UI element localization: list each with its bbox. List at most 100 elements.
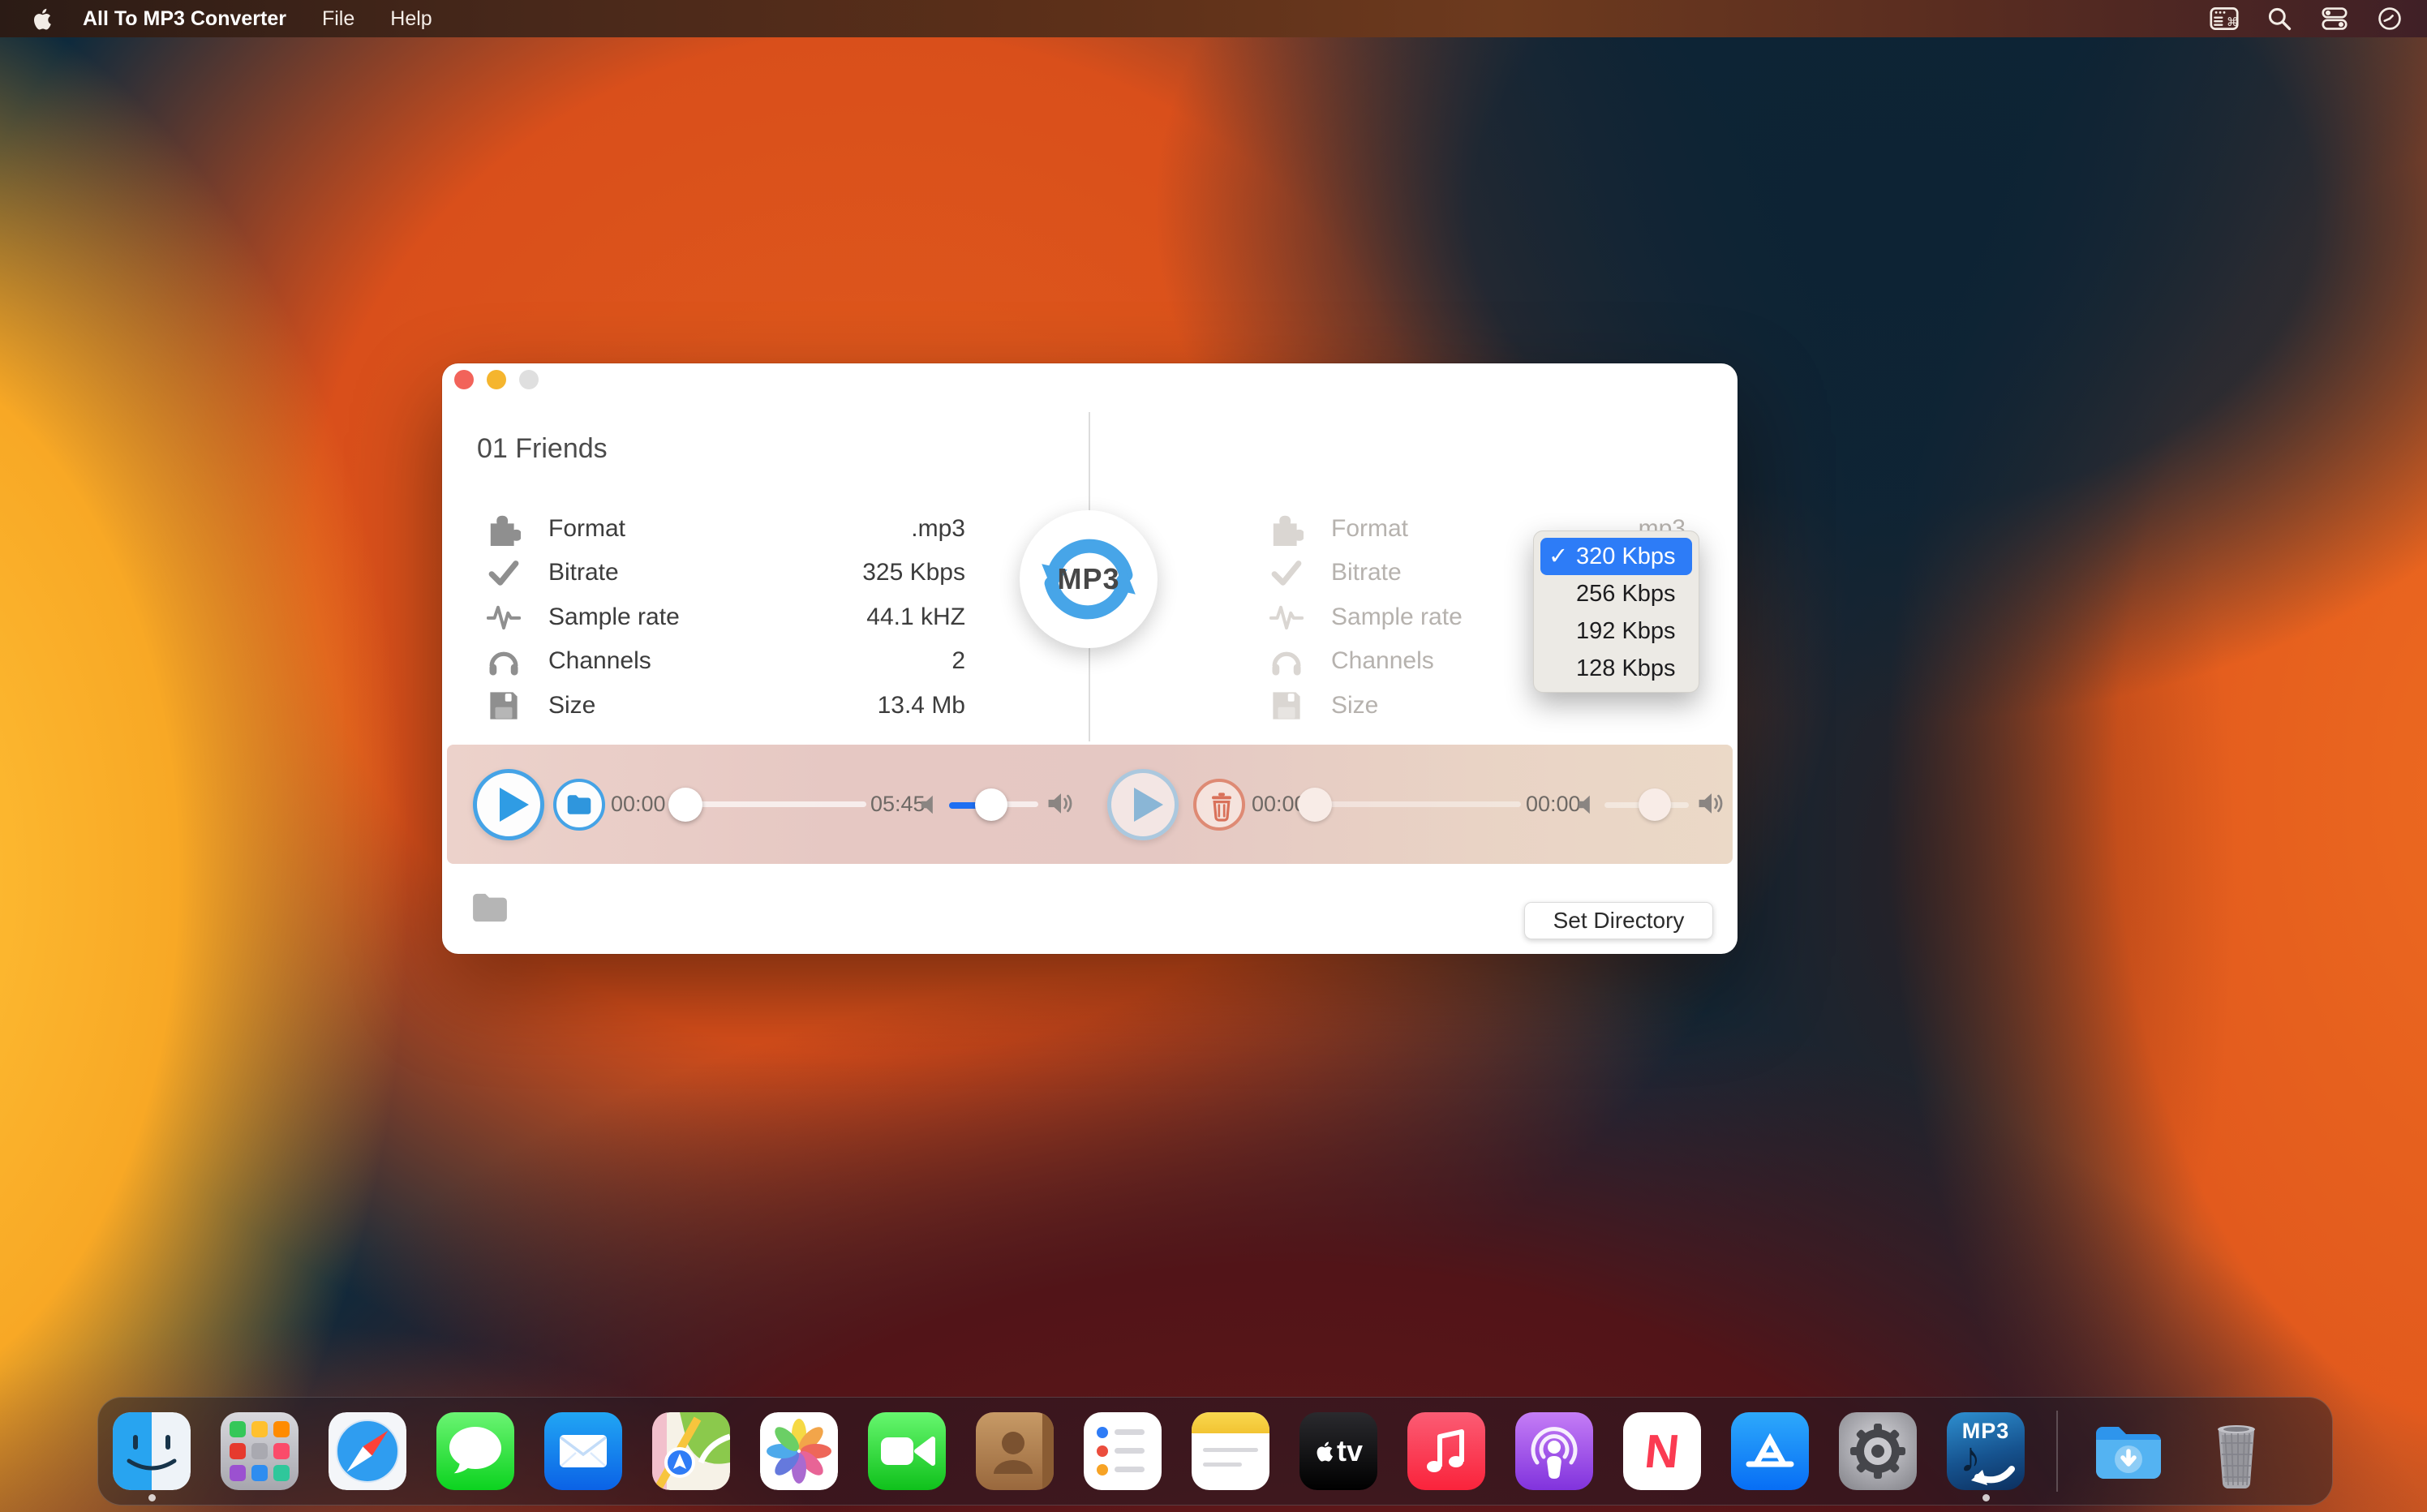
safari-icon [329,1412,406,1490]
menubar-file-menu[interactable]: File [322,7,354,31]
menubar-help-menu[interactable]: Help [390,7,432,31]
clock-icon[interactable] [2375,6,2404,32]
converter-window: 01 Friends Format .mp3 Bitrate 325 Kbps … [442,363,1738,954]
apple-menu-icon[interactable] [31,6,52,32]
window-controls [454,370,539,389]
waveform-icon [1269,600,1304,634]
maps-icon [652,1412,730,1490]
volume-max-icon [1047,791,1075,816]
source-seek-track[interactable] [685,801,866,807]
window-switcher-icon[interactable]: ⌘ [2210,6,2239,32]
app-store-icon [1731,1412,1809,1490]
bitrate-option-128[interactable]: 128 Kbps [1540,650,1692,687]
dock-item-maps[interactable] [652,1412,730,1490]
output-size-row: Size [1269,688,1686,724]
headphones-icon [487,644,521,678]
output-volume-thumb[interactable] [1639,788,1671,821]
set-directory-label: Set Directory [1553,908,1685,934]
mail-icon [544,1412,622,1490]
output-directory-icon [471,892,509,923]
dock-item-photos[interactable] [760,1412,838,1490]
facetime-icon [868,1412,946,1490]
dock-item-mail[interactable] [544,1412,622,1490]
bitrate-option-label: 256 Kbps [1576,581,1676,607]
bitrate-option-label: 128 Kbps [1576,655,1676,681]
dock-item-mp3-converter[interactable]: MP3 ♪ [1947,1412,2025,1490]
dock-item-launchpad[interactable] [221,1412,299,1490]
bitrate-option-label: 192 Kbps [1576,618,1676,644]
photos-icon [760,1412,838,1490]
source-seek-thumb[interactable] [668,788,702,822]
dock-item-contacts[interactable] [976,1412,1054,1490]
dock-item-system-settings[interactable] [1839,1412,1917,1490]
row-label: Channels [1331,647,1434,675]
dock-item-notes[interactable] [1192,1412,1269,1490]
check-icon [487,556,521,590]
bitrate-option-320[interactable]: ✓320 Kbps [1540,538,1692,575]
control-center-icon[interactable] [2320,6,2349,32]
source-size-row: Size 13.4 Mb [487,688,965,724]
output-seek-thumb[interactable] [1298,788,1332,822]
dock-item-news[interactable]: N [1623,1412,1701,1490]
source-play-button[interactable] [473,769,544,840]
news-glyph: N [1643,1424,1682,1479]
row-label: Size [548,692,595,719]
convert-button[interactable]: MP3 [1020,510,1158,648]
row-label: Bitrate [1331,559,1402,586]
notes-icon [1192,1412,1269,1490]
menubar-app-name[interactable]: All To MP3 Converter [83,7,286,31]
running-indicator [1982,1494,1990,1501]
dock-item-app-store[interactable] [1731,1412,1809,1490]
dock-item-reminders[interactable] [1084,1412,1162,1490]
check-icon [1269,556,1304,590]
dock-item-downloads[interactable] [2090,1412,2167,1490]
dock-item-apple-tv[interactable]: tv [1299,1412,1377,1490]
dock-item-safari[interactable] [329,1412,406,1490]
launchpad-icon [221,1412,299,1490]
dock-item-trash[interactable] [2197,1412,2275,1490]
tv-glyph: tv [1337,1434,1363,1468]
dock-item-music[interactable] [1407,1412,1485,1490]
row-label: Sample rate [1331,604,1463,631]
dock-item-facetime[interactable] [868,1412,946,1490]
row-label: Channels [548,647,651,675]
set-directory-button[interactable]: Set Directory [1524,902,1713,939]
apple-tv-icon: tv [1299,1412,1377,1490]
output-duration: 00:00 [1526,792,1581,817]
svg-text:⌘: ⌘ [2227,16,2238,29]
dock-item-messages[interactable] [436,1412,514,1490]
play-icon [500,788,529,822]
source-volume-thumb[interactable] [975,788,1007,821]
dock-item-finder[interactable] [113,1412,191,1490]
reminders-icon [1084,1412,1162,1490]
output-seek-track[interactable] [1315,801,1521,807]
messages-icon [436,1412,514,1490]
source-duration: 05:45 [870,792,926,817]
search-icon[interactable] [2265,6,2294,32]
play-icon [1134,788,1163,822]
bitrate-dropdown-menu: ✓320 Kbps 256 Kbps 192 Kbps 128 Kbps [1533,530,1699,693]
row-label: Sample rate [548,604,680,631]
output-delete-button[interactable] [1193,779,1245,831]
row-label: Format [548,515,625,543]
contacts-icon [976,1412,1054,1490]
output-play-button[interactable] [1107,769,1179,840]
volume-max-icon [1698,791,1725,816]
checkmark-icon: ✓ [1549,538,1576,575]
zoom-button[interactable] [519,370,539,389]
floppy-icon [487,689,521,723]
minimize-button[interactable] [487,370,506,389]
trash-icon [1209,792,1235,823]
puzzle-icon [1269,512,1304,546]
source-open-file-button[interactable] [553,779,605,831]
folder-icon [566,794,592,815]
music-icon [1407,1412,1485,1490]
row-label: Size [1331,692,1378,719]
dock-item-podcasts[interactable] [1515,1412,1593,1490]
podcasts-icon [1515,1412,1593,1490]
bitrate-option-256[interactable]: 256 Kbps [1540,575,1692,612]
close-button[interactable] [454,370,474,389]
source-channels-row: Channels 2 [487,643,965,679]
volume-min-icon [919,793,942,816]
bitrate-option-192[interactable]: 192 Kbps [1540,612,1692,650]
